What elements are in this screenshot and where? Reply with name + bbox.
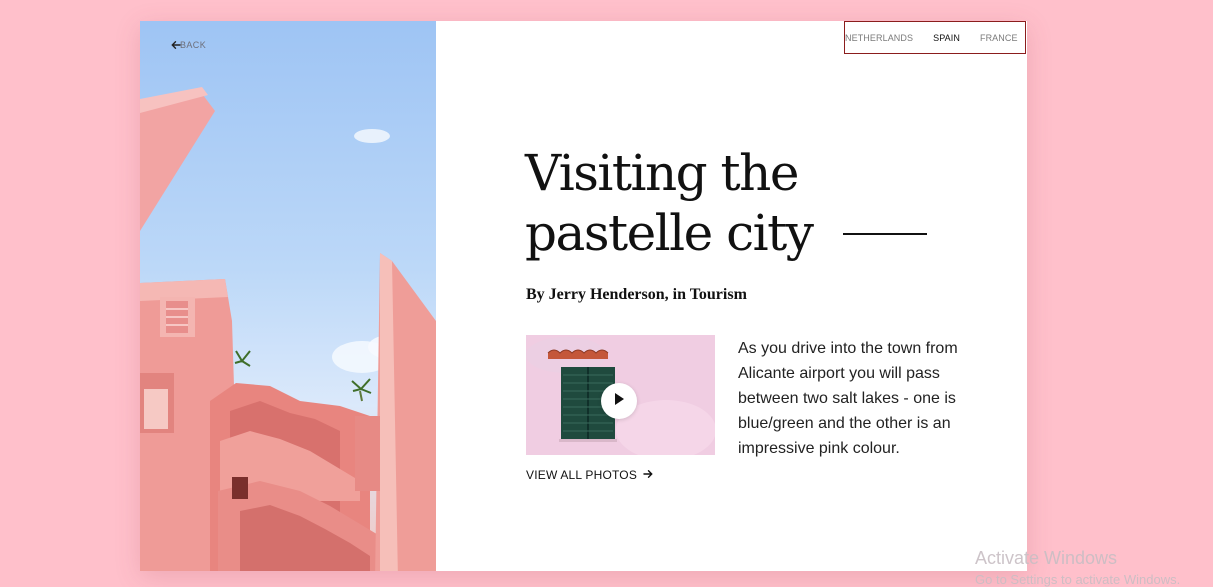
play-button[interactable]	[601, 383, 637, 419]
article-intro: As you drive into the town from Alicante…	[738, 340, 958, 457]
title-line-2: pastelle city	[525, 204, 814, 262]
windows-activation-subtitle: Go to Settings to activate Windows.	[975, 572, 1181, 587]
hero-photo: BACK	[140, 21, 436, 571]
article-byline: By Jerry Henderson, in Tourism	[526, 286, 747, 303]
nav-item-spain[interactable]: SPAIN	[933, 33, 960, 43]
nav-item-france[interactable]: FRANCE	[980, 33, 1018, 43]
view-all-photos-link[interactable]: VIEW ALL PHOTOS	[526, 468, 653, 482]
play-icon	[613, 392, 625, 411]
back-link[interactable]: BACK	[171, 40, 206, 50]
back-label: BACK	[180, 40, 207, 50]
pink-building-illustration	[140, 87, 436, 571]
article-title: Visiting the pastelle city	[525, 143, 814, 263]
windows-activation-title: Activate Windows	[975, 548, 1118, 568]
view-all-photos-label: VIEW ALL PHOTOS	[526, 468, 638, 482]
title-line-1: Visiting the	[525, 144, 799, 202]
title-divider	[843, 233, 927, 235]
arrow-right-icon	[643, 468, 653, 482]
country-nav: NETHERLANDS SPAIN FRANCE	[844, 21, 1026, 54]
nav-item-netherlands[interactable]: NETHERLANDS	[845, 33, 913, 43]
article-card: BACK NETHERLANDS SPAIN FRANCE Visiting t…	[140, 21, 1027, 571]
video-thumbnail[interactable]	[526, 335, 715, 455]
